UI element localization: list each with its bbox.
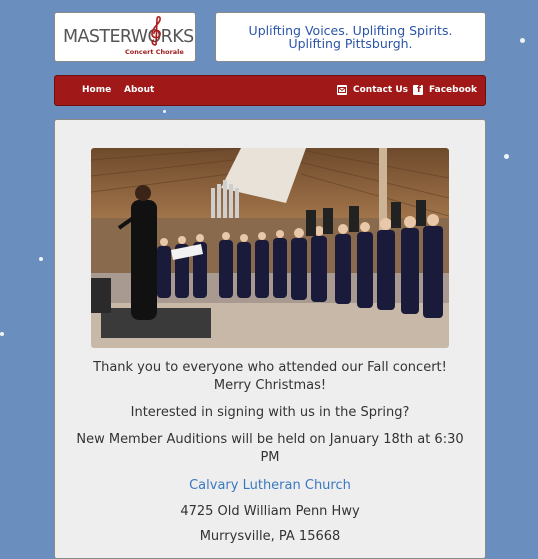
snowflake	[39, 257, 43, 261]
content-panel: Thank you to everyone who attended our F…	[54, 119, 486, 559]
site-logo[interactable]: MASTERWORKS Concert Chorale	[54, 12, 196, 62]
snowflake	[163, 110, 166, 113]
nav-home[interactable]: Home	[82, 85, 111, 95]
auditions-info: New Member Auditions will be held on Jan…	[76, 432, 464, 465]
address-line-2: Murrysville, PA 15668	[199, 529, 341, 544]
tagline: Uplifting Voices. Uplifting Spirits. Upl…	[248, 23, 453, 51]
nav-contact[interactable]: Contact Us	[353, 85, 408, 95]
snowflake	[0, 332, 4, 336]
spring-prompt: Interested in signing with us in the Spr…	[130, 405, 410, 420]
address-line-1: 4725 Old William Penn Hwy	[180, 504, 360, 519]
main-navigation: Home About Contact Us f Facebook	[54, 75, 486, 106]
logo-text: MASTERWORKS	[63, 27, 194, 47]
envelope-icon[interactable]	[337, 85, 347, 95]
venue-link[interactable]: Calvary Lutheran Church	[189, 478, 351, 493]
tagline-panel: Uplifting Voices. Uplifting Spirits. Upl…	[215, 12, 486, 62]
venue-row: Calvary Lutheran Church	[75, 477, 465, 495]
nav-facebook[interactable]: Facebook	[429, 85, 477, 95]
facebook-icon[interactable]: f	[413, 85, 423, 95]
logo-subtext: Concert Chorale	[125, 48, 184, 56]
thank-you-message: Thank you to everyone who attended our F…	[93, 360, 447, 393]
choir-photo	[91, 148, 449, 348]
treble-clef-icon	[151, 16, 161, 46]
snowflake	[504, 154, 509, 159]
snowflake	[520, 38, 525, 43]
nav-about[interactable]: About	[124, 85, 154, 95]
